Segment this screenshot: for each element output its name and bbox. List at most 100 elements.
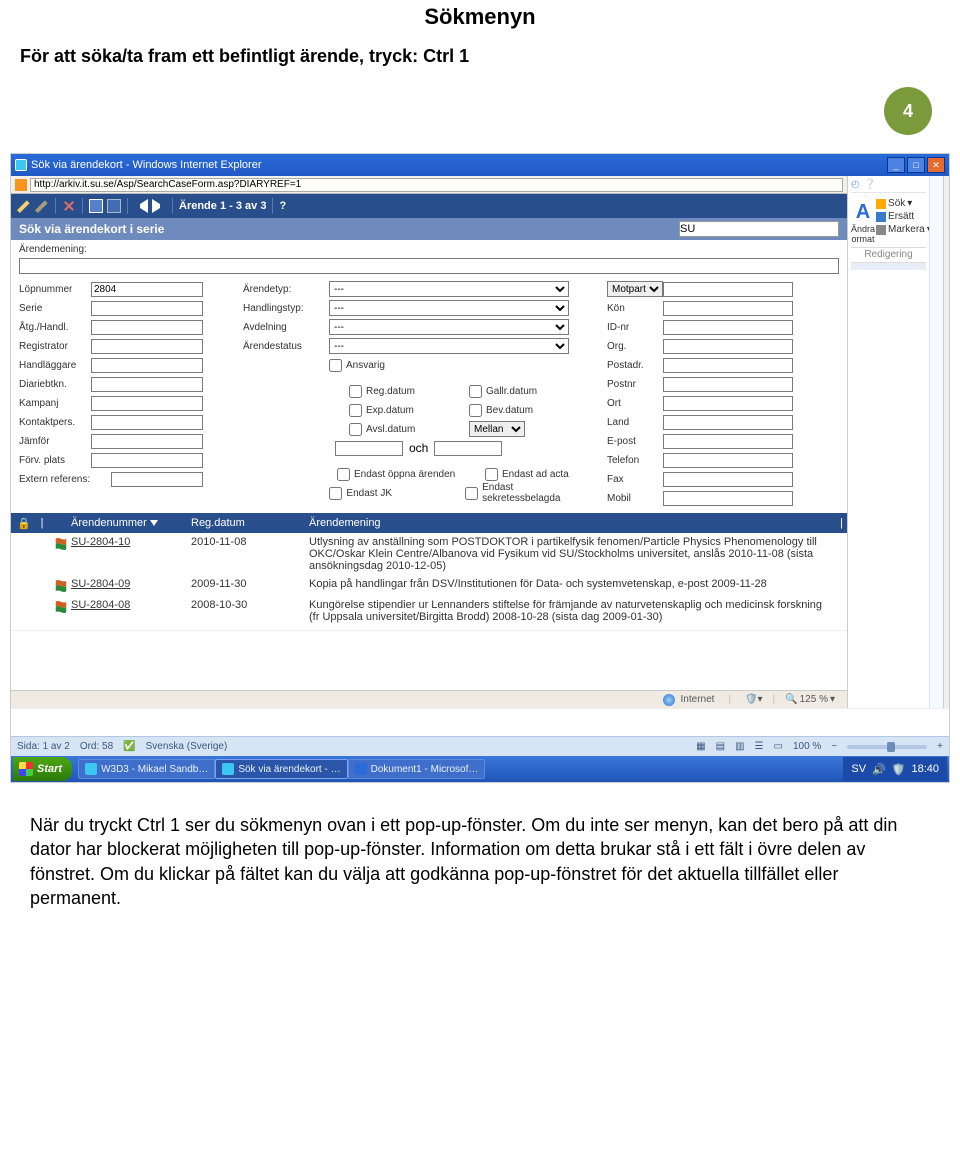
endast-jk-checkbox[interactable]: Endast JK bbox=[329, 485, 457, 501]
postadr-input[interactable] bbox=[663, 358, 793, 373]
bevdatum-checkbox[interactable]: Bev.datum bbox=[469, 402, 533, 418]
handlingstyp-select[interactable]: --- bbox=[329, 300, 569, 316]
kampanj-input[interactable] bbox=[91, 396, 203, 411]
avsldatum-checkbox[interactable]: Avsl.datum bbox=[349, 421, 449, 437]
ansvarig-checkbox[interactable]: Ansvarig bbox=[329, 357, 385, 373]
zoom-out-icon[interactable]: − bbox=[831, 741, 837, 752]
fax-input[interactable] bbox=[663, 472, 793, 487]
taskbar-item-ie[interactable]: W3D3 - Mikael Sandb… bbox=[78, 759, 215, 779]
page-indicator[interactable]: Sida: 1 av 2 bbox=[17, 741, 70, 752]
prev-icon[interactable] bbox=[134, 199, 148, 213]
markera-button[interactable]: Markera ▾ bbox=[875, 223, 933, 236]
help-icon[interactable]: ? bbox=[279, 200, 286, 212]
col-arendemening[interactable]: Ärendemening bbox=[309, 517, 835, 529]
zoom-slider[interactable] bbox=[847, 745, 927, 749]
edit-alt-icon[interactable] bbox=[35, 199, 49, 213]
kon-input[interactable] bbox=[663, 301, 793, 316]
avdelning-select[interactable]: --- bbox=[329, 319, 569, 335]
arendenummer-link[interactable]: SU-2804-10 bbox=[71, 536, 191, 548]
org-input[interactable] bbox=[663, 339, 793, 354]
save-alt-icon[interactable] bbox=[107, 199, 121, 213]
extern-input[interactable] bbox=[111, 472, 203, 487]
regdatum-checkbox[interactable]: Reg.datum bbox=[349, 383, 449, 399]
lopnummer-input[interactable] bbox=[91, 282, 203, 297]
reg-date: 2010-11-08 bbox=[191, 536, 309, 548]
view-outline-icon[interactable]: ☰ bbox=[755, 741, 764, 752]
endast-oppna-checkbox[interactable]: Endast öppna ärenden bbox=[337, 466, 477, 482]
taskbar-item-word[interactable]: Dokument1 - Microsof… bbox=[348, 759, 486, 779]
date-to-input[interactable] bbox=[434, 441, 502, 456]
table-row[interactable]: SU-2804-08 2008-10-30 Kungörelse stipend… bbox=[11, 596, 847, 626]
clock[interactable]: 18:40 bbox=[911, 763, 939, 775]
col-regdatum[interactable]: Reg.datum bbox=[191, 517, 309, 529]
zoom-value[interactable]: 100 % bbox=[793, 741, 821, 752]
arendestatus-select[interactable]: --- bbox=[329, 338, 569, 354]
jamfor-input[interactable] bbox=[91, 434, 203, 449]
motpart-select[interactable]: Motpart bbox=[607, 281, 663, 297]
doc-body-paragraph: När du tryckt Ctrl 1 ser du sökmenyn ova… bbox=[0, 783, 960, 920]
mobil-input[interactable] bbox=[663, 491, 793, 506]
serie-input[interactable] bbox=[679, 221, 839, 237]
proofing-icon[interactable]: ✅ bbox=[123, 741, 135, 752]
gallrdatum-checkbox[interactable]: Gallr.datum bbox=[469, 383, 537, 399]
forvplats-input[interactable] bbox=[91, 453, 203, 468]
save-icon[interactable] bbox=[89, 199, 103, 213]
postnr-input[interactable] bbox=[663, 377, 793, 392]
arendetyp-select[interactable]: --- bbox=[329, 281, 569, 297]
minimize-button[interactable]: _ bbox=[887, 157, 905, 173]
ersatt-button[interactable]: Ersätt bbox=[875, 210, 933, 223]
tray-network-icon[interactable]: 🔊 bbox=[872, 763, 886, 776]
view-draft-icon[interactable]: ▭ bbox=[774, 741, 783, 752]
edit-icon[interactable] bbox=[17, 199, 31, 213]
next-icon[interactable] bbox=[152, 199, 166, 213]
arendemening-input[interactable] bbox=[19, 258, 839, 274]
protected-mode-icon[interactable]: 🛡️▾ bbox=[745, 694, 762, 705]
endast-adacta-checkbox[interactable]: Endast ad acta bbox=[485, 466, 569, 482]
arendemening-text: Kopia på handlingar från DSV/Institution… bbox=[309, 578, 843, 590]
registrator-input[interactable] bbox=[91, 339, 203, 354]
telefon-input[interactable] bbox=[663, 453, 793, 468]
tray-shield-icon[interactable]: 🛡️ bbox=[892, 763, 906, 776]
start-button[interactable]: Start bbox=[13, 757, 72, 781]
arendenummer-link[interactable]: SU-2804-08 bbox=[71, 599, 191, 611]
lock-column-icon[interactable]: 🔒 bbox=[15, 517, 33, 530]
word-count[interactable]: Ord: 58 bbox=[80, 741, 113, 752]
motpart-input[interactable] bbox=[663, 282, 793, 297]
maximize-button[interactable]: □ bbox=[907, 157, 925, 173]
kontaktpers-input[interactable] bbox=[91, 415, 203, 430]
delete-icon[interactable] bbox=[62, 199, 76, 213]
view-print-layout-icon[interactable]: ▦ bbox=[696, 741, 705, 752]
land-input[interactable] bbox=[663, 415, 793, 430]
sort-desc-icon[interactable] bbox=[150, 520, 158, 526]
find-large-icon[interactable]: A bbox=[851, 201, 875, 224]
view-web-icon[interactable]: ▥ bbox=[735, 741, 744, 752]
arendenummer-link[interactable]: SU-2804-09 bbox=[71, 578, 191, 590]
epost-input[interactable] bbox=[663, 434, 793, 449]
col-arendenummer[interactable]: Ärendenummer bbox=[71, 517, 191, 529]
atg-input[interactable] bbox=[91, 320, 203, 335]
postadr-label: Postadr. bbox=[607, 360, 663, 371]
diariebtkn-input[interactable] bbox=[91, 377, 203, 392]
mellan-select[interactable]: Mellan bbox=[469, 421, 525, 437]
redigering-group-label: Redigering bbox=[851, 247, 926, 260]
zoom-label[interactable]: 🔍125 %▾ bbox=[785, 694, 835, 705]
endast-sekr-checkbox[interactable]: Endast sekretessbelagda bbox=[465, 485, 583, 501]
date-from-input[interactable] bbox=[335, 441, 403, 456]
serie-input2[interactable] bbox=[91, 301, 203, 316]
url-input[interactable] bbox=[30, 178, 843, 192]
close-button[interactable]: ✕ bbox=[927, 157, 945, 173]
table-row[interactable]: SU-2804-10 2010-11-08 Utlysning av anstä… bbox=[11, 533, 847, 575]
word-scrollbar[interactable] bbox=[943, 176, 949, 708]
lopnummer-label: Löpnummer bbox=[19, 284, 91, 295]
taskbar-item-active[interactable]: Sök via ärendekort - … bbox=[215, 759, 347, 779]
language-indicator[interactable]: Svenska (Sverige) bbox=[146, 741, 228, 752]
idnr-input[interactable] bbox=[663, 320, 793, 335]
view-fullscreen-icon[interactable]: ▤ bbox=[716, 741, 725, 752]
ort-input[interactable] bbox=[663, 396, 793, 411]
expdatum-checkbox[interactable]: Exp.datum bbox=[349, 402, 449, 418]
table-row[interactable]: SU-2804-09 2009-11-30 Kopia på handlinga… bbox=[11, 575, 847, 596]
zoom-in-icon[interactable]: + bbox=[937, 741, 943, 752]
handlaggare-input[interactable] bbox=[91, 358, 203, 373]
sok-button[interactable]: Sök ▾ bbox=[875, 197, 933, 210]
language-bar[interactable]: SV bbox=[851, 763, 866, 775]
